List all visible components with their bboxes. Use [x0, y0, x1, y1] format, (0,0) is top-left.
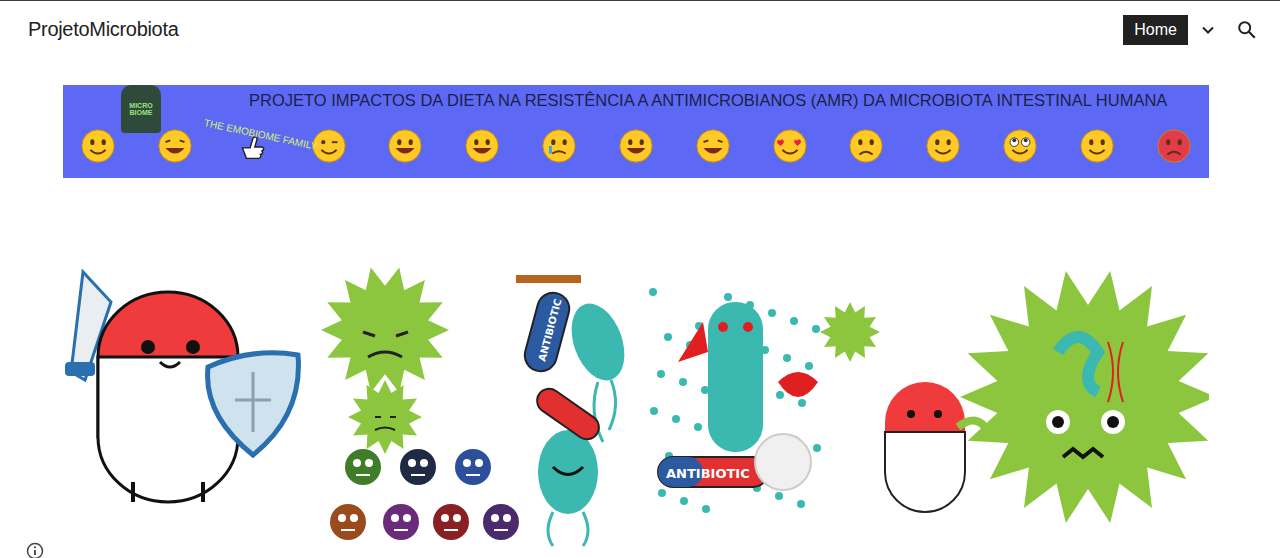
emoji-face-icon: [463, 127, 501, 165]
svg-text:ANTIBIOTIC: ANTIBIOTIC: [536, 297, 563, 362]
germ-monster-icon: [345, 449, 381, 485]
emoji-face-icon: [1078, 127, 1116, 165]
svg-text:ANTIBIOTIC: ANTIBIOTIC: [666, 466, 750, 481]
site-header: ProjetoMicrobiota Home: [0, 1, 1280, 58]
banner: MICROBIOME PROJETO IMPACTOS DA DIETA NA …: [63, 85, 1209, 178]
virus-icon: [321, 268, 449, 454]
emoji-face-icon: [540, 127, 578, 165]
search-icon[interactable]: [1236, 19, 1258, 41]
antibiotic-pill-icon: ANTIBIOTIC: [516, 275, 604, 444]
emoji-face-icon: [79, 127, 117, 165]
germ-monster-icon: [433, 504, 469, 540]
emoji-face-icon: [386, 127, 424, 165]
info-icon[interactable]: [26, 542, 44, 558]
emoji-face-icon: [156, 127, 194, 165]
emoji-face-icon: [694, 127, 732, 165]
illustration: ANTIBIOTIC ANTIBIOTIC: [63, 262, 1209, 548]
germ-monster-icon: [383, 504, 419, 540]
emoji-face-icon: [1155, 127, 1193, 165]
big-virus-icon: [960, 271, 1209, 523]
antibiotic-resistance-illustration: ANTIBIOTIC ANTIBIOTIC: [63, 262, 1209, 548]
germ-monster-icon: [400, 449, 436, 485]
page: ProjetoMicrobiota Home MICROBIOME PROJET…: [0, 0, 1280, 558]
microbiome-logo: MICROBIOME: [121, 85, 161, 133]
emoji-face-icon: [924, 127, 962, 165]
germ-monster-icon: [483, 504, 519, 540]
chevron-down-icon[interactable]: [1200, 22, 1216, 38]
banner-title: PROJETO IMPACTOS DA DIETA NA RESISTÊNCIA…: [249, 91, 1167, 110]
site-nav: Home: [1123, 15, 1258, 45]
main-content: MICROBIOME PROJETO IMPACTOS DA DIETA NA …: [0, 58, 1280, 548]
emoji-face-icon: [847, 127, 885, 165]
emoji-face-icon: [771, 127, 809, 165]
emoji-face-icon: [1001, 127, 1039, 165]
superbug-icon: ANTIBIOTIC: [649, 288, 880, 513]
knight-pill-icon: [65, 272, 298, 502]
germ-monster-icon: [330, 504, 366, 540]
nav-item[interactable]: Home: [1123, 15, 1188, 45]
emoji-face-icon: [617, 127, 655, 165]
germ-monster-icon: [455, 449, 491, 485]
site-title[interactable]: ProjetoMicrobiota: [28, 18, 179, 41]
